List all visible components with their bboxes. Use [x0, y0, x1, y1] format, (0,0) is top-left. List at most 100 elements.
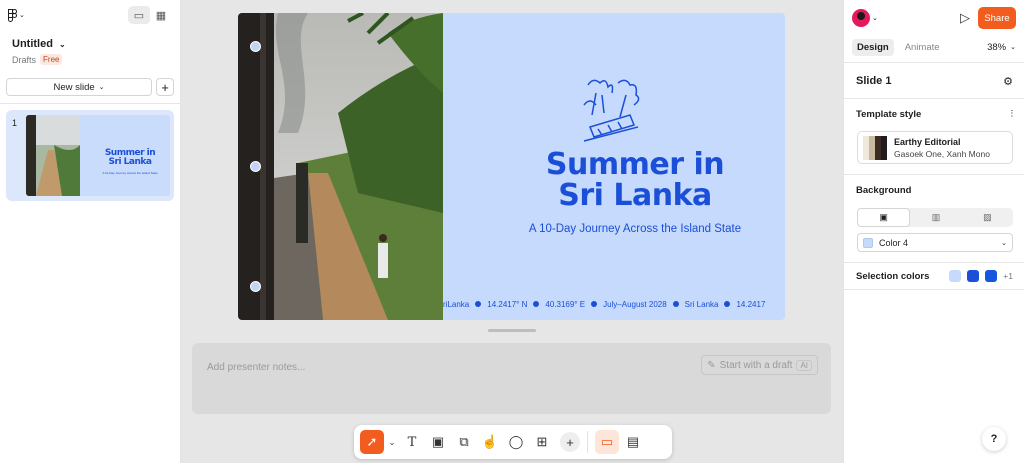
- notes-placeholder: Add presenter notes...: [207, 362, 306, 373]
- background-label: Background: [856, 184, 912, 196]
- thumb-title-line2: Sri Lanka: [108, 157, 152, 167]
- bullet-icon: [533, 301, 540, 307]
- selection-colors-label: Selection colors: [856, 270, 930, 282]
- image-tool-icon[interactable]: ▣: [426, 430, 450, 454]
- main-menu-button[interactable]: ⌄: [8, 8, 25, 22]
- design-mode-icon[interactable]: ▭: [595, 430, 619, 454]
- avatar[interactable]: [852, 9, 870, 27]
- template-name: Earthy Editorial: [894, 136, 961, 147]
- toolbar-divider: [587, 431, 588, 453]
- file-title-text: Untitled: [12, 38, 53, 50]
- slide-canvas[interactable]: Summer in Sri Lanka A 10-Day Journey Acr…: [238, 13, 785, 320]
- more-colors[interactable]: +1: [1003, 271, 1013, 281]
- thumb-subtitle: A 10-Day Journey Across the Island State: [102, 171, 158, 175]
- binder-hole: [250, 281, 261, 292]
- view-toggle: ▭ ▦: [128, 6, 172, 24]
- bullet-icon: [591, 301, 598, 307]
- right-panel-header: ⌄ ▷ Share: [844, 0, 1024, 36]
- train-illustration-icon: [583, 79, 640, 142]
- ticker-item: 40.3169° E: [545, 299, 586, 309]
- zoom-control[interactable]: 38% ⌄: [987, 42, 1016, 53]
- bullet-icon: [724, 301, 731, 307]
- slide-name[interactable]: Slide 1: [856, 75, 891, 87]
- background-color-value: Color 4: [879, 237, 909, 248]
- move-tool-icon[interactable]: ➚: [360, 430, 384, 454]
- left-panel-header: ⌄ ▭ ▦: [0, 0, 180, 30]
- slide-thumbnail: Summer in Sri Lanka A 10-Day Journey Acr…: [26, 115, 170, 196]
- slide-thumbnail-item[interactable]: 1 Summer in Sri Lanka A 10-Day Journey A…: [6, 110, 174, 201]
- slide-ticker[interactable]: riLanka 14.2417° N 40.3169° E July–Augus…: [443, 297, 785, 311]
- tab-animate[interactable]: Animate: [900, 39, 945, 56]
- ticker-item: July–August 2028: [603, 299, 667, 309]
- share-button[interactable]: Share: [978, 7, 1016, 29]
- file-title[interactable]: Untitled ⌄: [0, 30, 180, 50]
- slide-title[interactable]: Summer in Sri Lanka: [468, 149, 785, 211]
- ticker-item: riLanka: [443, 299, 470, 309]
- template-style-section: Template style ⫶ Earthy Editorial Gasoek…: [844, 98, 1024, 174]
- ticker-item: 14.2417: [736, 299, 766, 309]
- figma-logo-icon: [8, 8, 17, 22]
- chevron-down-icon: ⌄: [58, 39, 66, 49]
- plus-icon[interactable]: +: [560, 432, 580, 452]
- selection-colors-section: Selection colors +1: [844, 262, 1024, 290]
- interaction-tool-icon[interactable]: ☝: [478, 430, 502, 454]
- slide-subtitle[interactable]: A 10-Day Journey Across the Island State: [468, 223, 785, 235]
- chevron-down-icon: ⌄: [1010, 44, 1016, 51]
- slide-photo[interactable]: [238, 13, 443, 320]
- new-slide-label: New slide: [53, 81, 95, 93]
- train-photo: [238, 13, 443, 320]
- plan-badge: Free: [40, 54, 63, 65]
- template-fonts: Gasoek One, Xanh Mono: [894, 148, 990, 159]
- selection-color-swatch[interactable]: [967, 270, 980, 282]
- binder-hole: [250, 161, 261, 172]
- chevron-down-icon[interactable]: ⌄: [386, 430, 398, 454]
- play-icon[interactable]: ▷: [960, 10, 970, 26]
- text-tool-icon[interactable]: T: [400, 430, 424, 454]
- adjust-icon[interactable]: ⫶: [1011, 109, 1013, 120]
- slide-header: Slide 1 ⚙: [844, 63, 1024, 99]
- background-color-select[interactable]: Color 4 ⌄: [857, 233, 1013, 252]
- shape-tool-icon[interactable]: ⧉: [452, 430, 476, 454]
- image-fill-icon[interactable]: ▨: [962, 208, 1013, 227]
- tab-design[interactable]: Design: [852, 38, 894, 56]
- background-header: Background: [844, 175, 1024, 205]
- bullet-icon: [475, 301, 482, 307]
- divider: [0, 103, 181, 104]
- selection-colors-list: +1: [949, 270, 1013, 282]
- add-slide-icon[interactable]: +: [156, 78, 174, 96]
- new-slide-button[interactable]: New slide ⌄: [6, 78, 152, 96]
- color-swatch: [863, 237, 873, 248]
- chevron-down-icon: ⌄: [19, 12, 25, 19]
- file-meta: Drafts Free: [0, 50, 180, 65]
- slide-number: 1: [12, 118, 18, 128]
- swatch: [881, 135, 887, 160]
- background-type-selector: ▣ ▥ ▨: [857, 208, 1013, 227]
- new-slide-row: New slide ⌄ +: [0, 65, 180, 96]
- chevron-down-icon: ⌄: [872, 15, 878, 22]
- selection-color-swatch[interactable]: [949, 270, 962, 282]
- selection-colors-row: Selection colors +1: [844, 263, 1024, 289]
- comment-tool-icon[interactable]: ◯: [504, 430, 528, 454]
- thumb-title: Summer in Sri Lanka: [90, 149, 170, 167]
- widgets-tool-icon[interactable]: ⊞: [530, 430, 554, 454]
- gradient-fill-icon[interactable]: ▥: [910, 208, 961, 227]
- solid-fill-icon[interactable]: ▣: [857, 208, 911, 227]
- ticker-item: Sri Lanka: [684, 299, 719, 309]
- file-location[interactable]: Drafts: [12, 55, 36, 65]
- grid-view-icon[interactable]: ▦: [150, 6, 172, 24]
- draft-label: Start with a draft: [719, 359, 793, 371]
- ticker-item: 14.2417° N: [487, 299, 528, 309]
- start-draft-button[interactable]: ✎ Start with a draft AI: [701, 355, 818, 375]
- present-mode-icon[interactable]: ▤: [621, 430, 645, 454]
- selection-color-swatch[interactable]: [985, 270, 998, 282]
- resize-handle[interactable]: [488, 329, 536, 332]
- background-section: Background ▣ ▥ ▨ Color 4 ⌄: [844, 174, 1024, 262]
- presenter-notes[interactable]: Add presenter notes... ✎ Start with a dr…: [192, 343, 831, 414]
- single-view-icon[interactable]: ▭: [128, 6, 150, 24]
- template-card[interactable]: Earthy Editorial Gasoek One, Xanh Mono: [857, 131, 1013, 164]
- slide-settings-icon[interactable]: ⚙: [1003, 75, 1013, 88]
- help-button[interactable]: ?: [982, 427, 1006, 451]
- chevron-down-icon: ⌄: [1001, 239, 1007, 247]
- ai-tag: AI: [796, 359, 812, 371]
- template-swatches: [863, 135, 887, 160]
